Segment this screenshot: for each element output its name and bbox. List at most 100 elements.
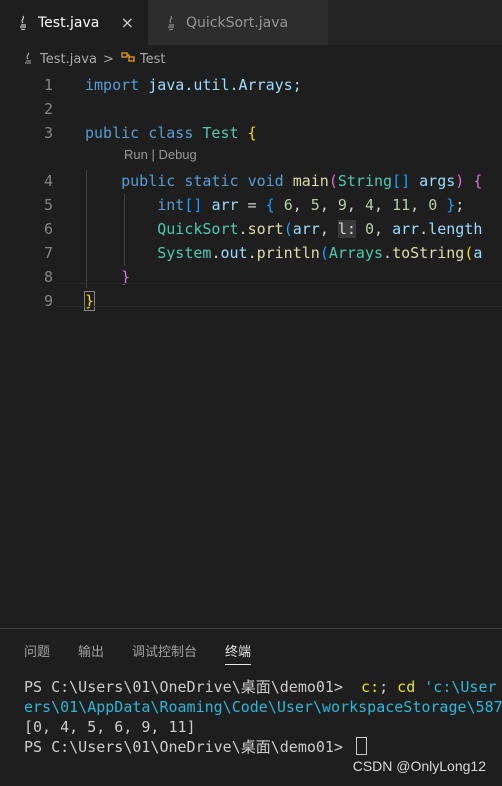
terminal-text: PS C:\Users\01\OneDrive\桌面\demo01> xyxy=(24,678,353,696)
code-token: length xyxy=(428,220,483,238)
code-token: ) xyxy=(455,172,465,190)
tab-debug-console[interactable]: 调试控制台 xyxy=(132,641,197,665)
code-line: 4 public static void main(String[] args)… xyxy=(0,169,502,193)
code-text: int[] arr = { 6, 5, 9, 4, 11, 0 }; xyxy=(85,193,464,217)
code-token: QuickSort xyxy=(157,220,239,238)
line-number: 5 xyxy=(43,196,53,214)
breadcrumb-separator: > xyxy=(102,51,114,67)
code-token: { xyxy=(464,172,483,190)
code-token: 0 xyxy=(364,220,374,238)
code-token: public xyxy=(121,172,176,190)
codelens-run-debug[interactable]: Run | Debug xyxy=(124,147,197,162)
code-token: . xyxy=(419,220,429,238)
tab-problems[interactable]: 问题 xyxy=(24,641,50,665)
terminal-line: PS C:\Users\01\OneDrive\桌面\demo01> c:; c… xyxy=(24,677,502,697)
code-token: , xyxy=(346,196,365,214)
code-token: , xyxy=(410,196,429,214)
line-number: 9 xyxy=(43,292,53,310)
code-token: static xyxy=(184,172,239,190)
code-token: ; xyxy=(455,196,465,214)
code-token: . xyxy=(383,244,393,262)
code-token: } xyxy=(446,196,456,214)
tab-terminal[interactable]: 终端 xyxy=(225,641,252,665)
code-text: System.out.println(Arrays.toString(a xyxy=(85,241,482,265)
code-line: 3 public class Test { xyxy=(0,121,502,145)
code-line: 2 xyxy=(0,97,502,121)
code-token: main xyxy=(292,172,329,190)
code-token: , xyxy=(319,220,338,238)
code-line: 5 int[] arr = { 6, 5, 9, 4, 11, 0 }; xyxy=(0,193,502,217)
code-line: 1 import java.util.Arrays; xyxy=(0,73,502,97)
line-number: 2 xyxy=(43,100,53,118)
code-text: public class Test { xyxy=(85,121,257,145)
code-token: { xyxy=(265,196,275,214)
code-token: arr xyxy=(392,220,420,238)
code-token: class xyxy=(148,124,194,142)
breadcrumb-symbol[interactable]: Test xyxy=(140,52,166,67)
tab-label: Test.java xyxy=(38,14,100,31)
terminal-text: ers\01\AppData\Roaming\Code\User\workspa… xyxy=(24,698,502,716)
breadcrumb-file[interactable]: Test.java xyxy=(40,52,97,67)
terminal-text: c: xyxy=(352,678,380,696)
code-token: java.util.Arrays; xyxy=(139,76,302,94)
terminal-cursor xyxy=(356,737,368,755)
line-number: 3 xyxy=(43,124,53,142)
code-token: l: xyxy=(337,220,356,238)
watermark: CSDN @OnlyLong12 xyxy=(352,758,486,774)
code-text: public static void main(String[] args) { xyxy=(85,169,482,193)
current-line-highlight xyxy=(56,283,502,307)
code-token: a xyxy=(473,244,483,262)
line-number: 4 xyxy=(43,172,53,190)
code-token: , xyxy=(319,196,338,214)
code-token: Test xyxy=(202,124,239,142)
code-token: sort xyxy=(247,220,284,238)
code-token: [] xyxy=(184,196,203,214)
terminal-line: PS C:\Users\01\OneDrive\桌面\demo01> xyxy=(24,737,502,757)
class-icon xyxy=(120,50,136,68)
code-token: 9 xyxy=(337,196,347,214)
code-token: , xyxy=(292,196,311,214)
code-token: ( xyxy=(283,220,293,238)
code-token: arr xyxy=(292,220,320,238)
code-token: 11 xyxy=(392,196,411,214)
tab-label: QuickSort.java xyxy=(186,14,289,31)
tab-test-java[interactable]: Test.java × xyxy=(0,0,148,45)
panel-tabs: 问题 输出 调试控制台 终端 xyxy=(24,641,279,665)
code-text: QuickSort.sort(arr, l: 0, arr.length xyxy=(85,217,482,241)
terminal-text: [0, 4, 5, 6, 9, 11] xyxy=(24,718,196,736)
java-icon xyxy=(16,15,30,31)
code-token: ( xyxy=(464,244,474,262)
code-token: Arrays xyxy=(328,244,384,262)
close-icon[interactable]: × xyxy=(121,13,134,32)
terminal-output[interactable]: PS C:\Users\01\OneDrive\桌面\demo01> c:; c… xyxy=(24,677,502,757)
code-token: args xyxy=(419,172,456,190)
code-token: toString xyxy=(392,244,465,262)
code-token: ( xyxy=(328,172,338,190)
code-token: = xyxy=(238,196,266,214)
code-editor[interactable]: Run | Debug 1 import java.util.Arrays; 2 3 p… xyxy=(0,73,502,311)
terminal-text: cd xyxy=(397,678,416,696)
tab-quicksort-java[interactable]: QuickSort.java xyxy=(148,0,328,45)
tab-output[interactable]: 输出 xyxy=(78,641,104,665)
line-number: 1 xyxy=(43,76,53,94)
code-token: { xyxy=(247,124,257,142)
terminal-line: ers\01\AppData\Roaming\Code\User\workspa… xyxy=(24,697,502,717)
code-token: public xyxy=(85,124,140,142)
code-token: arr xyxy=(211,196,239,214)
code-token: out xyxy=(220,244,248,262)
java-icon xyxy=(164,15,178,31)
code-token: 0 xyxy=(428,196,438,214)
breadcrumb: Test.java > Test xyxy=(0,45,502,73)
line-number: 8 xyxy=(43,268,53,286)
code-token: , xyxy=(374,196,393,214)
java-icon xyxy=(22,52,34,66)
